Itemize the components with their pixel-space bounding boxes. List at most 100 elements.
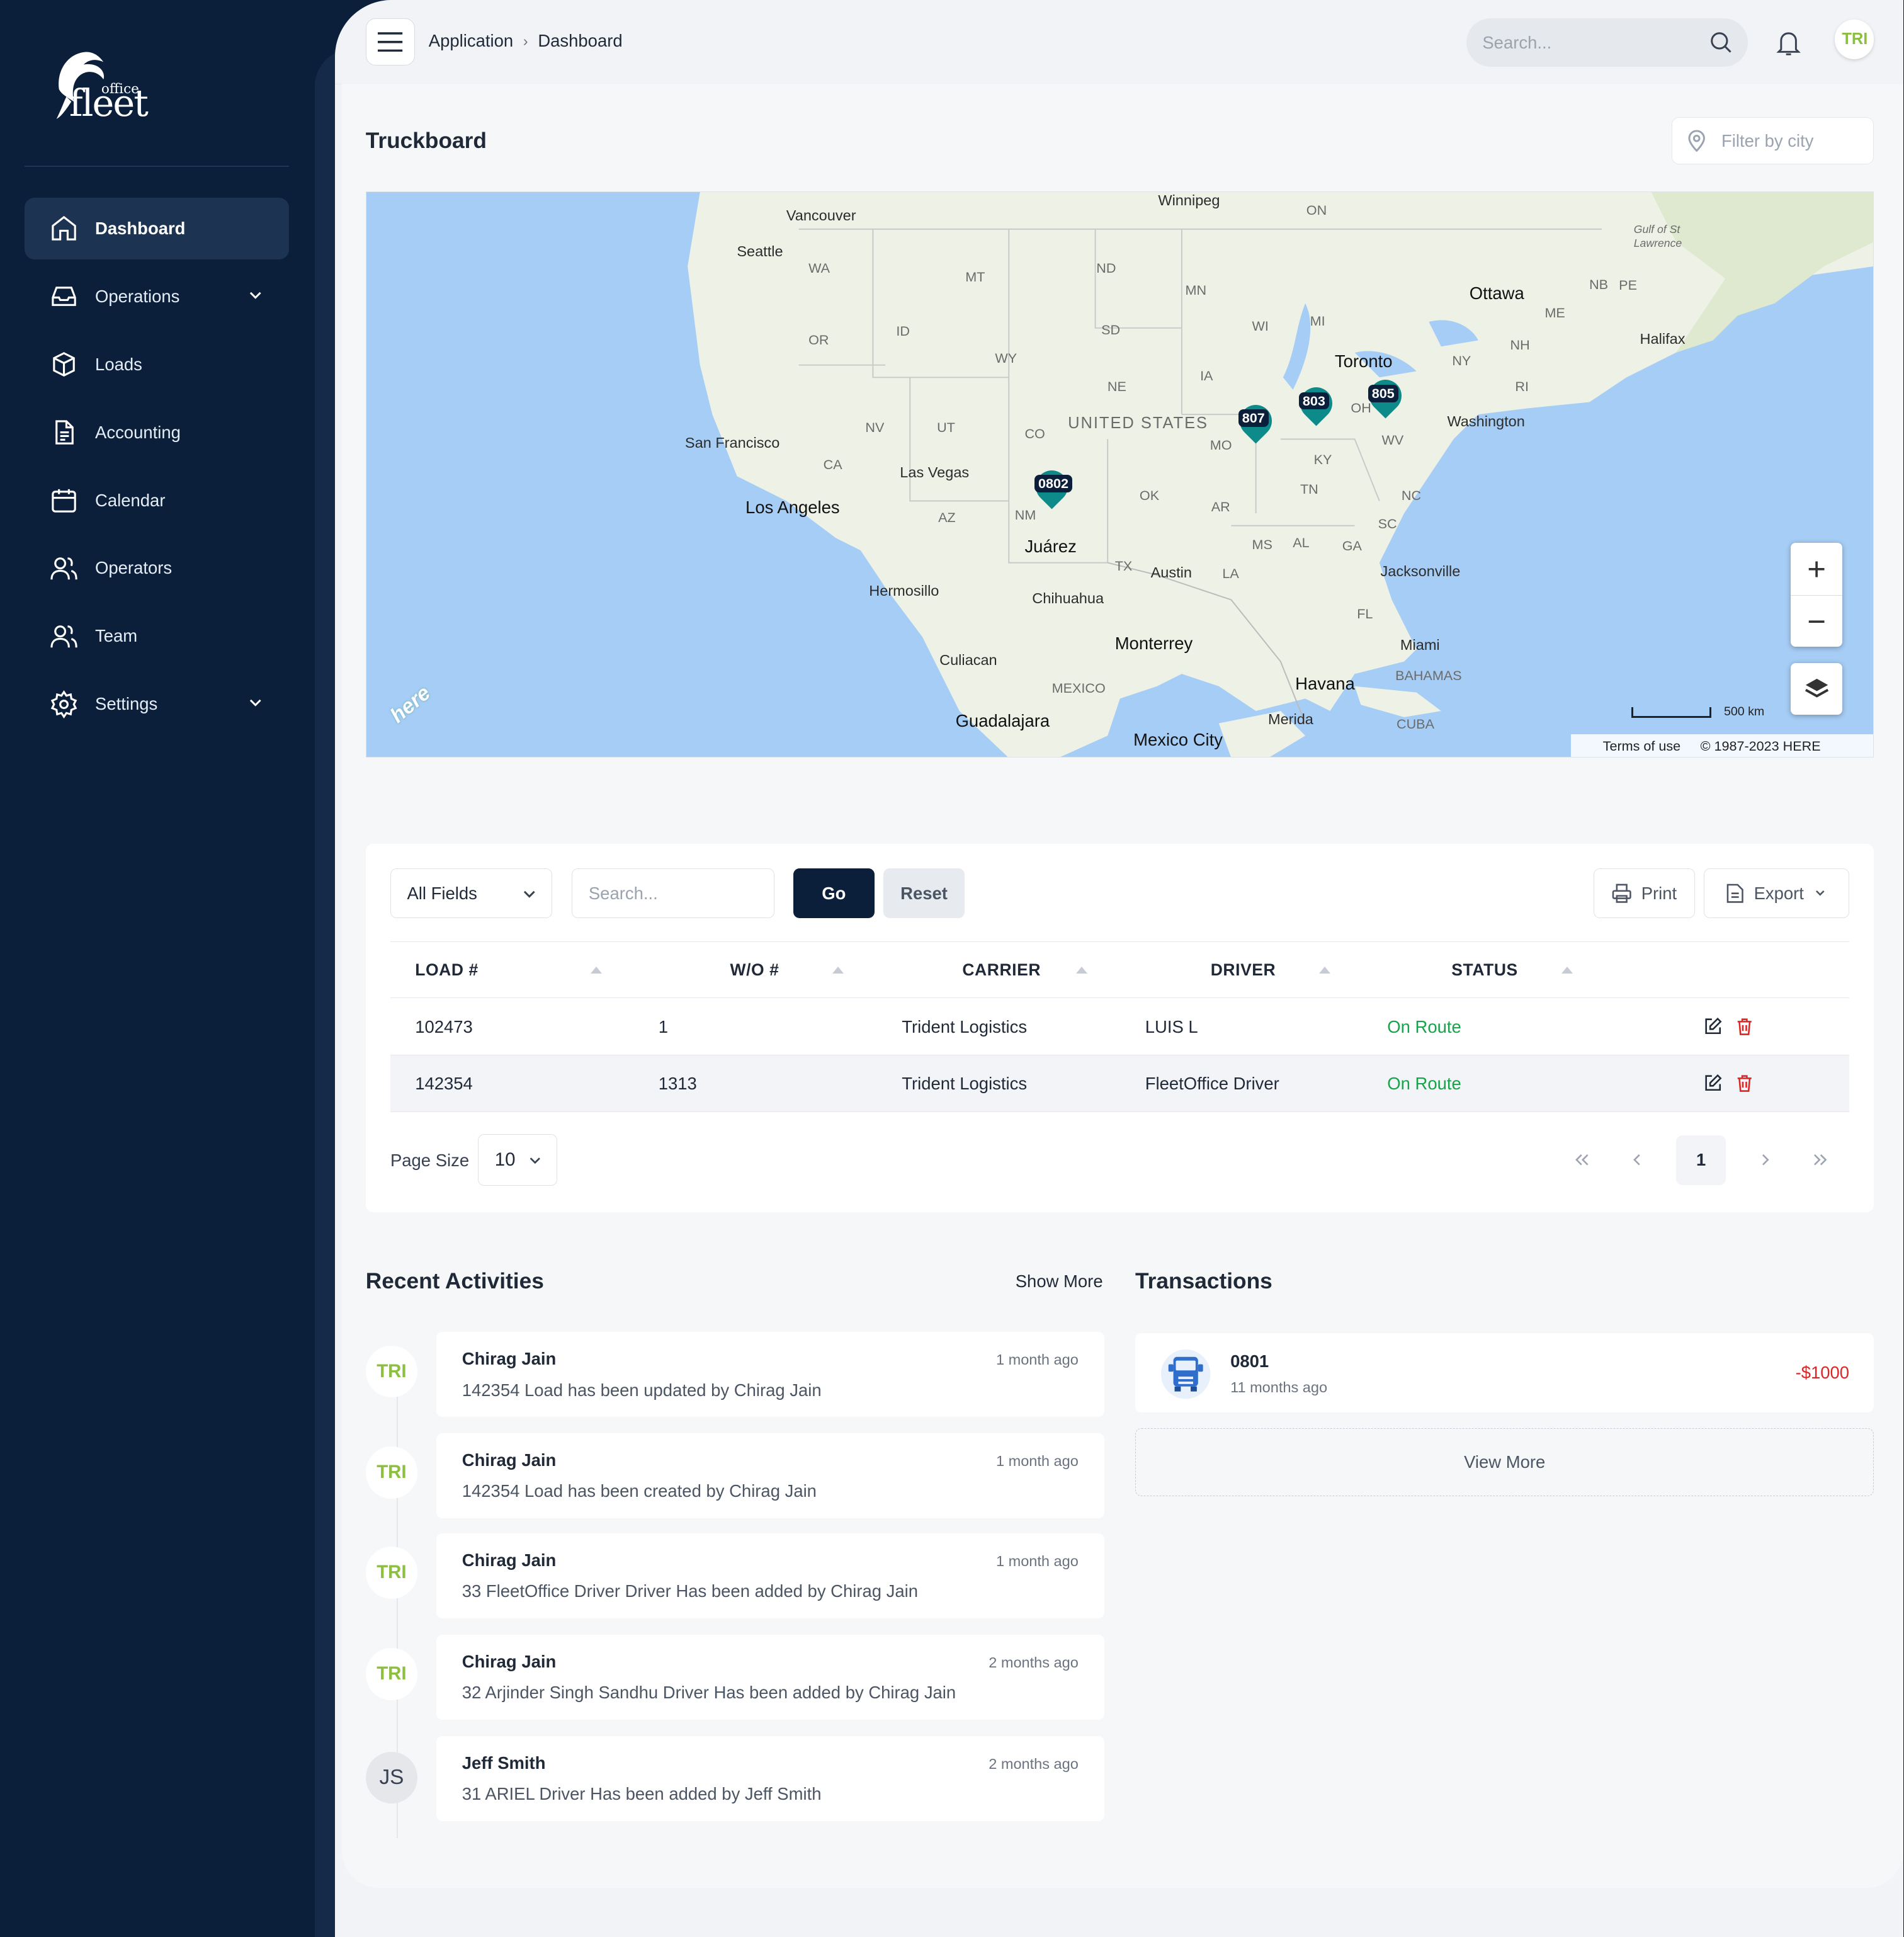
cell-wo: 1313: [658, 1073, 697, 1093]
sidebar-item-accounting[interactable]: Accounting: [25, 402, 289, 463]
next-page-button[interactable]: [1740, 1135, 1789, 1184]
sort-icon[interactable]: [1075, 967, 1087, 974]
zoom-out-button[interactable]: −: [1790, 594, 1843, 647]
chevrons-left-icon: [1575, 1154, 1589, 1166]
activity-message: 31 ARIEL Driver Has been added by Jeff S…: [462, 1784, 822, 1804]
page-size-value: 10: [494, 1149, 516, 1171]
truckboard-map[interactable]: Vancouver Seattle Winnipeg Ottawa Toront…: [365, 191, 1874, 758]
sidebar-item-team[interactable]: Team: [25, 605, 289, 667]
avatar: TRI: [365, 1345, 418, 1397]
dashboard-content: Truckboard Filter by city Vancouver Seat…: [342, 84, 1904, 1888]
column-header-load[interactable]: LOAD #: [415, 960, 479, 980]
table-row[interactable]: 142354 1313 Trident Logistics FleetOffic…: [390, 1055, 1850, 1112]
show-more-link[interactable]: Show More: [1016, 1271, 1103, 1292]
sort-icon[interactable]: [832, 967, 844, 974]
sort-icon[interactable]: [1561, 967, 1573, 974]
edit-icon[interactable]: [1704, 1017, 1722, 1035]
map-region-label: ME: [1544, 304, 1565, 321]
sidebar-item-settings[interactable]: Settings: [25, 673, 289, 735]
activity-item: Chirag Jain 2 months ago 32 Arjinder Sin…: [436, 1634, 1104, 1720]
go-button[interactable]: Go: [793, 868, 875, 918]
map-scale-label: 500 km: [1723, 705, 1765, 719]
breadcrumb: Application › Dashboard: [429, 31, 623, 51]
field-select[interactable]: All Fields: [390, 868, 552, 918]
map-scale-bar: [1631, 707, 1712, 718]
last-page-button[interactable]: [1796, 1135, 1845, 1184]
map-region-label: SC: [1378, 516, 1397, 532]
map-region-label: WY: [995, 350, 1017, 366]
map-region-label: MI: [1310, 313, 1325, 329]
page-size-select[interactable]: 10: [478, 1134, 557, 1186]
column-header-wo[interactable]: W/O #: [730, 960, 779, 980]
prev-page-button[interactable]: [1612, 1135, 1661, 1184]
map-city-label: Havana: [1295, 674, 1355, 694]
truck-marker[interactable]: 0802: [1029, 463, 1075, 509]
bell-icon[interactable]: [1776, 30, 1801, 57]
activity-message: 33 FleetOffice Driver Driver Has been ad…: [462, 1581, 919, 1601]
edit-icon[interactable]: [1704, 1074, 1722, 1092]
map-city-label: Austin: [1150, 564, 1192, 581]
global-search-input[interactable]: Search...: [1466, 18, 1748, 67]
loads-table-card: All Fields Search... Go Reset Print Expo…: [365, 844, 1874, 1212]
cell-driver: LUIS L: [1145, 1016, 1198, 1037]
city-filter-input[interactable]: Filter by city: [1671, 117, 1874, 164]
breadcrumb-application[interactable]: Application: [429, 31, 513, 51]
chevron-down-icon: [250, 700, 262, 707]
column-header-driver[interactable]: DRIVER: [1211, 960, 1276, 980]
truck-marker[interactable]: 807: [1233, 397, 1279, 444]
sidebar-item-operations[interactable]: Operations: [25, 266, 289, 327]
cell-status: On Route: [1387, 1016, 1461, 1037]
top-bar: Application › Dashboard Search... TRI: [334, 0, 1904, 85]
map-city-label: Winnipeg: [1158, 192, 1220, 209]
chevron-right-icon: [1762, 1154, 1769, 1166]
sidebar-item-operators[interactable]: Operators: [25, 537, 289, 599]
map-city-label: San Francisco: [684, 434, 780, 451]
export-button[interactable]: Export: [1703, 868, 1850, 918]
sidebar-item-loads[interactable]: Loads: [25, 334, 289, 395]
map-region-label: MEXICO: [1051, 680, 1106, 696]
activity-user: Chirag Jain: [462, 1349, 557, 1369]
marker-label: 805: [1368, 385, 1398, 402]
column-header-carrier[interactable]: CARRIER: [962, 960, 1041, 980]
user-avatar[interactable]: TRI: [1834, 20, 1874, 60]
sort-icon[interactable]: [1319, 967, 1331, 974]
sidebar-item-label: Team: [95, 626, 138, 646]
map-region-label: TX: [1114, 557, 1133, 574]
search-icon[interactable]: [1709, 31, 1733, 54]
truck-marker[interactable]: 803: [1293, 380, 1339, 426]
map-layers-button[interactable]: [1790, 662, 1843, 715]
view-more-button[interactable]: View More: [1135, 1428, 1874, 1496]
map-city-label: Toronto: [1334, 351, 1393, 372]
sort-icon[interactable]: [590, 967, 602, 974]
avatar: TRI: [365, 1648, 418, 1700]
sidebar-item-calendar[interactable]: Calendar: [25, 469, 289, 531]
transaction-item[interactable]: 0801 11 months ago -$1000: [1135, 1332, 1874, 1412]
map-region-label: MT: [965, 268, 985, 285]
table-row[interactable]: 102473 1 Trident Logistics LUIS L On Rou…: [390, 998, 1850, 1055]
page-number-button[interactable]: 1: [1676, 1135, 1726, 1185]
terms-of-use-link[interactable]: Terms of use: [1603, 738, 1681, 754]
fleet-office-logo[interactable]: fleet office: [49, 47, 149, 127]
trash-icon[interactable]: [1736, 1074, 1753, 1092]
truck-marker[interactable]: 805: [1363, 373, 1408, 419]
page-title: Truckboard: [365, 128, 487, 154]
sidebar-item-dashboard[interactable]: Dashboard: [25, 197, 290, 259]
chevrons-right-icon: [1814, 1154, 1827, 1166]
column-header-status[interactable]: STATUS: [1451, 960, 1517, 980]
map-city-label: Washington: [1447, 413, 1525, 430]
activity-user: Chirag Jain: [462, 1652, 557, 1672]
chevron-down-icon: [1815, 890, 1825, 896]
activity-time: 1 month ago: [995, 1553, 1079, 1570]
avatar: TRI: [365, 1547, 418, 1599]
first-page-button[interactable]: [1556, 1135, 1606, 1184]
menu-toggle-button[interactable]: [365, 18, 416, 65]
print-button[interactable]: Print: [1593, 868, 1695, 918]
map-city-label: Vancouver: [786, 207, 856, 224]
table-search-input[interactable]: Search...: [572, 868, 775, 918]
reset-button[interactable]: Reset: [883, 868, 965, 918]
marker-label: 807: [1238, 409, 1269, 427]
trash-icon[interactable]: [1736, 1017, 1753, 1035]
zoom-in-button[interactable]: +: [1791, 543, 1842, 594]
sidebar-item-label: Dashboard: [95, 218, 186, 238]
document-icon: [55, 420, 74, 445]
